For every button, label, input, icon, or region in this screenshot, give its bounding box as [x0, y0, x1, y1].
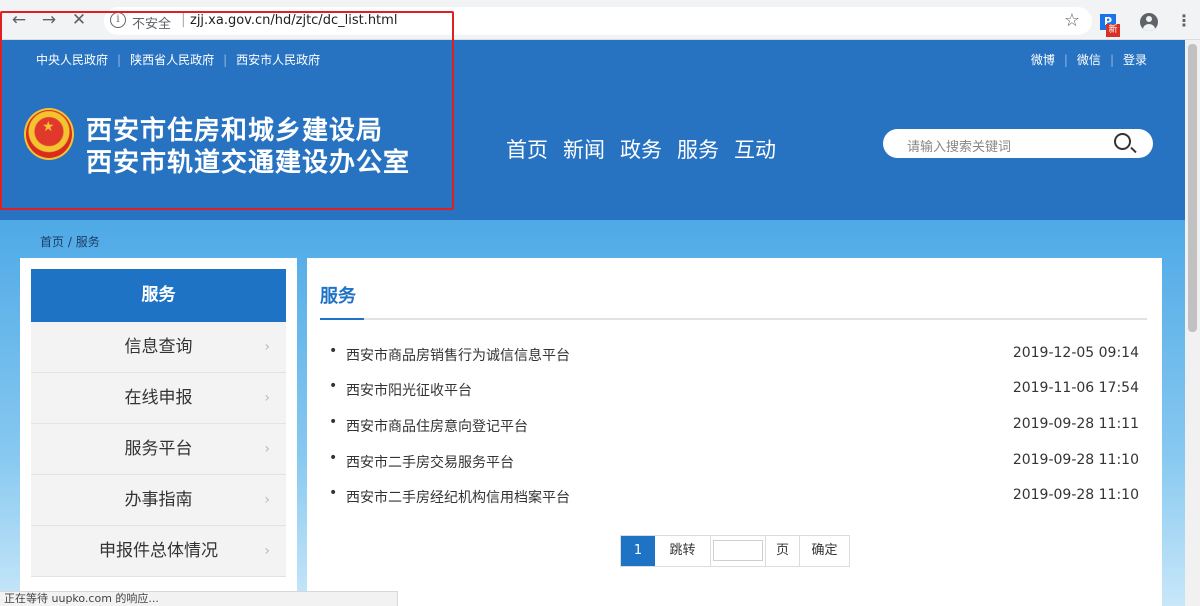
forward-icon[interactable]: →	[38, 9, 60, 31]
url-text[interactable]: zjj.xa.gov.cn/hd/zjtc/dc_list.html	[190, 13, 397, 28]
link-xian-government[interactable]: 西安市人民政府	[236, 51, 320, 68]
list-item: • 西安市阳光征收平台 2019-11-06 17:54	[329, 378, 1139, 402]
sidebar-item-application-overview[interactable]: 申报件总体情况 ›	[31, 526, 286, 577]
list-item-date: 2019-11-06 17:54	[1012, 380, 1139, 396]
nav-interaction[interactable]: 互动	[734, 138, 776, 162]
account-links: 微博 | 微信 | 登录	[1031, 51, 1147, 68]
sidebar-item-service-platform[interactable]: 服务平台 ›	[31, 424, 286, 475]
link-divider: |	[223, 53, 228, 67]
list-item: • 西安市二手房交易服务平台 2019-09-28 11:10	[329, 450, 1139, 474]
list-item-link[interactable]: 西安市商品住房意向登记平台	[346, 416, 528, 436]
back-icon[interactable]: ←	[8, 9, 30, 31]
chevron-right-icon: ›	[264, 492, 270, 508]
chevron-right-icon: ›	[264, 339, 270, 355]
content-title: 服务	[320, 286, 356, 307]
bullet: •	[329, 450, 338, 466]
pagination: 1 跳转 页 确定	[620, 535, 850, 567]
list-item-link[interactable]: 西安市阳光征收平台	[346, 380, 472, 400]
link-wechat[interactable]: 微信	[1077, 53, 1101, 67]
main-navigation: 首页 新闻 政务 服务 互动	[506, 134, 791, 164]
list-item-link[interactable]: 西安市商品房销售行为诚信信息平台	[346, 345, 570, 365]
national-emblem-icon: ★	[24, 108, 74, 160]
page-number-current[interactable]: 1	[621, 536, 655, 566]
breadcrumb-current: 服务	[75, 235, 100, 249]
link-shaanxi-government[interactable]: 陕西省人民政府	[130, 51, 214, 68]
search-icon[interactable]	[1114, 133, 1131, 150]
breadcrumb: 首页 / 服务	[40, 233, 100, 250]
bullet: •	[329, 378, 338, 394]
page-jump-input[interactable]	[711, 536, 766, 566]
sidebar-item-online-application[interactable]: 在线申报 ›	[31, 373, 286, 424]
page-scrollbar[interactable]	[1185, 40, 1200, 606]
security-status: 不安全	[132, 17, 172, 32]
search-box[interactable]: 请输入搜索关键词	[883, 129, 1153, 158]
sidebar-heading: 服务	[31, 269, 286, 322]
site-header: ★ 西安市住房和城乡建设局 西安市轨道交通建设办公室 首页 新闻 政务 服务 互动 请输…	[0, 76, 1185, 220]
scrollbar-thumb[interactable]	[1188, 44, 1197, 332]
link-weibo[interactable]: 微博	[1031, 53, 1055, 67]
bullet: •	[329, 343, 338, 359]
list-item-date: 2019-12-05 09:14	[1012, 345, 1139, 361]
sidebar-item-label: 在线申报	[124, 388, 193, 408]
sidebar-item-guide[interactable]: 办事指南 ›	[31, 475, 286, 526]
nav-news[interactable]: 新闻	[563, 138, 605, 162]
nav-services[interactable]: 服务	[677, 138, 719, 162]
government-links: 中央人民政府 | 陕西省人民政府 | 西安市人民政府	[36, 51, 320, 68]
browser-menu-icon[interactable]: ⋮	[1176, 11, 1192, 30]
list-item-date: 2019-09-28 11:11	[1012, 416, 1139, 432]
sidebar-item-label: 办事指南	[124, 490, 193, 510]
link-login[interactable]: 登录	[1123, 53, 1147, 67]
sidebar-item-info-query[interactable]: 信息查询 ›	[31, 322, 286, 373]
profile-icon[interactable]	[1140, 13, 1158, 31]
browser-toolbar: ← → ✕ i 不安全 | zjj.xa.gov.cn/hd/zjtc/dc_l…	[0, 0, 1200, 40]
status-bar: 正在等待 uupko.com 的响应...	[0, 591, 398, 606]
link-divider: |	[1063, 53, 1068, 67]
sidebar-item-label: 服务平台	[124, 439, 193, 459]
chevron-right-icon: ›	[264, 390, 270, 406]
nav-government-affairs[interactable]: 政务	[620, 138, 662, 162]
info-icon[interactable]: i	[110, 12, 126, 28]
sidebar: 服务 信息查询 › 在线申报 › 服务平台 › 办事指南 › 申报件总体情况 ›	[20, 258, 297, 606]
chevron-right-icon: ›	[264, 441, 270, 457]
chevron-right-icon: ›	[264, 543, 270, 559]
title-divider	[320, 318, 1147, 320]
top-link-bar: 中央人民政府 | 陕西省人民政府 | 西安市人民政府 微博 | 微信 | 登录	[0, 40, 1185, 76]
list-item: • 西安市二手房经纪机构信用档案平台 2019-09-28 11:10	[329, 485, 1139, 509]
list-item-link[interactable]: 西安市二手房经纪机构信用档案平台	[346, 487, 570, 507]
sidebar-item-label: 申报件总体情况	[99, 541, 218, 561]
link-central-government[interactable]: 中央人民政府	[36, 51, 108, 68]
breadcrumb-home[interactable]: 首页	[40, 235, 64, 249]
page-unit-label: 页	[766, 536, 800, 566]
list-item: • 西安市商品房销售行为诚信信息平台 2019-12-05 09:14	[329, 343, 1139, 367]
address-bar[interactable]: i 不安全 | zjj.xa.gov.cn/hd/zjtc/dc_list.ht…	[104, 7, 1092, 35]
search-input[interactable]: 请输入搜索关键词	[907, 136, 1011, 155]
content-panel: 服务 • 西安市商品房销售行为诚信信息平台 2019-12-05 09:14 •…	[307, 258, 1162, 606]
breadcrumb-separator: /	[67, 235, 72, 249]
list-item-date: 2019-09-28 11:10	[1012, 487, 1139, 503]
sidebar-item-label: 信息查询	[124, 337, 193, 357]
address-divider: |	[181, 12, 186, 28]
list-item: • 西安市商品住房意向登记平台 2019-09-28 11:11	[329, 414, 1139, 438]
stop-loading-icon[interactable]: ✕	[68, 9, 90, 31]
link-divider: |	[117, 53, 122, 67]
confirm-button[interactable]: 确定	[800, 536, 849, 566]
link-divider: |	[1109, 53, 1114, 67]
jump-label: 跳转	[655, 536, 711, 566]
bullet: •	[329, 414, 338, 430]
bullet: •	[329, 485, 338, 501]
list-item-link[interactable]: 西安市二手房交易服务平台	[346, 452, 514, 472]
nav-home[interactable]: 首页	[506, 138, 548, 162]
extension-badge: 新	[1106, 24, 1120, 37]
list-item-date: 2019-09-28 11:10	[1012, 452, 1139, 468]
bookmark-star-icon[interactable]: ☆	[1064, 10, 1080, 31]
site-title-line2[interactable]: 西安市轨道交通建设办公室	[86, 142, 410, 179]
